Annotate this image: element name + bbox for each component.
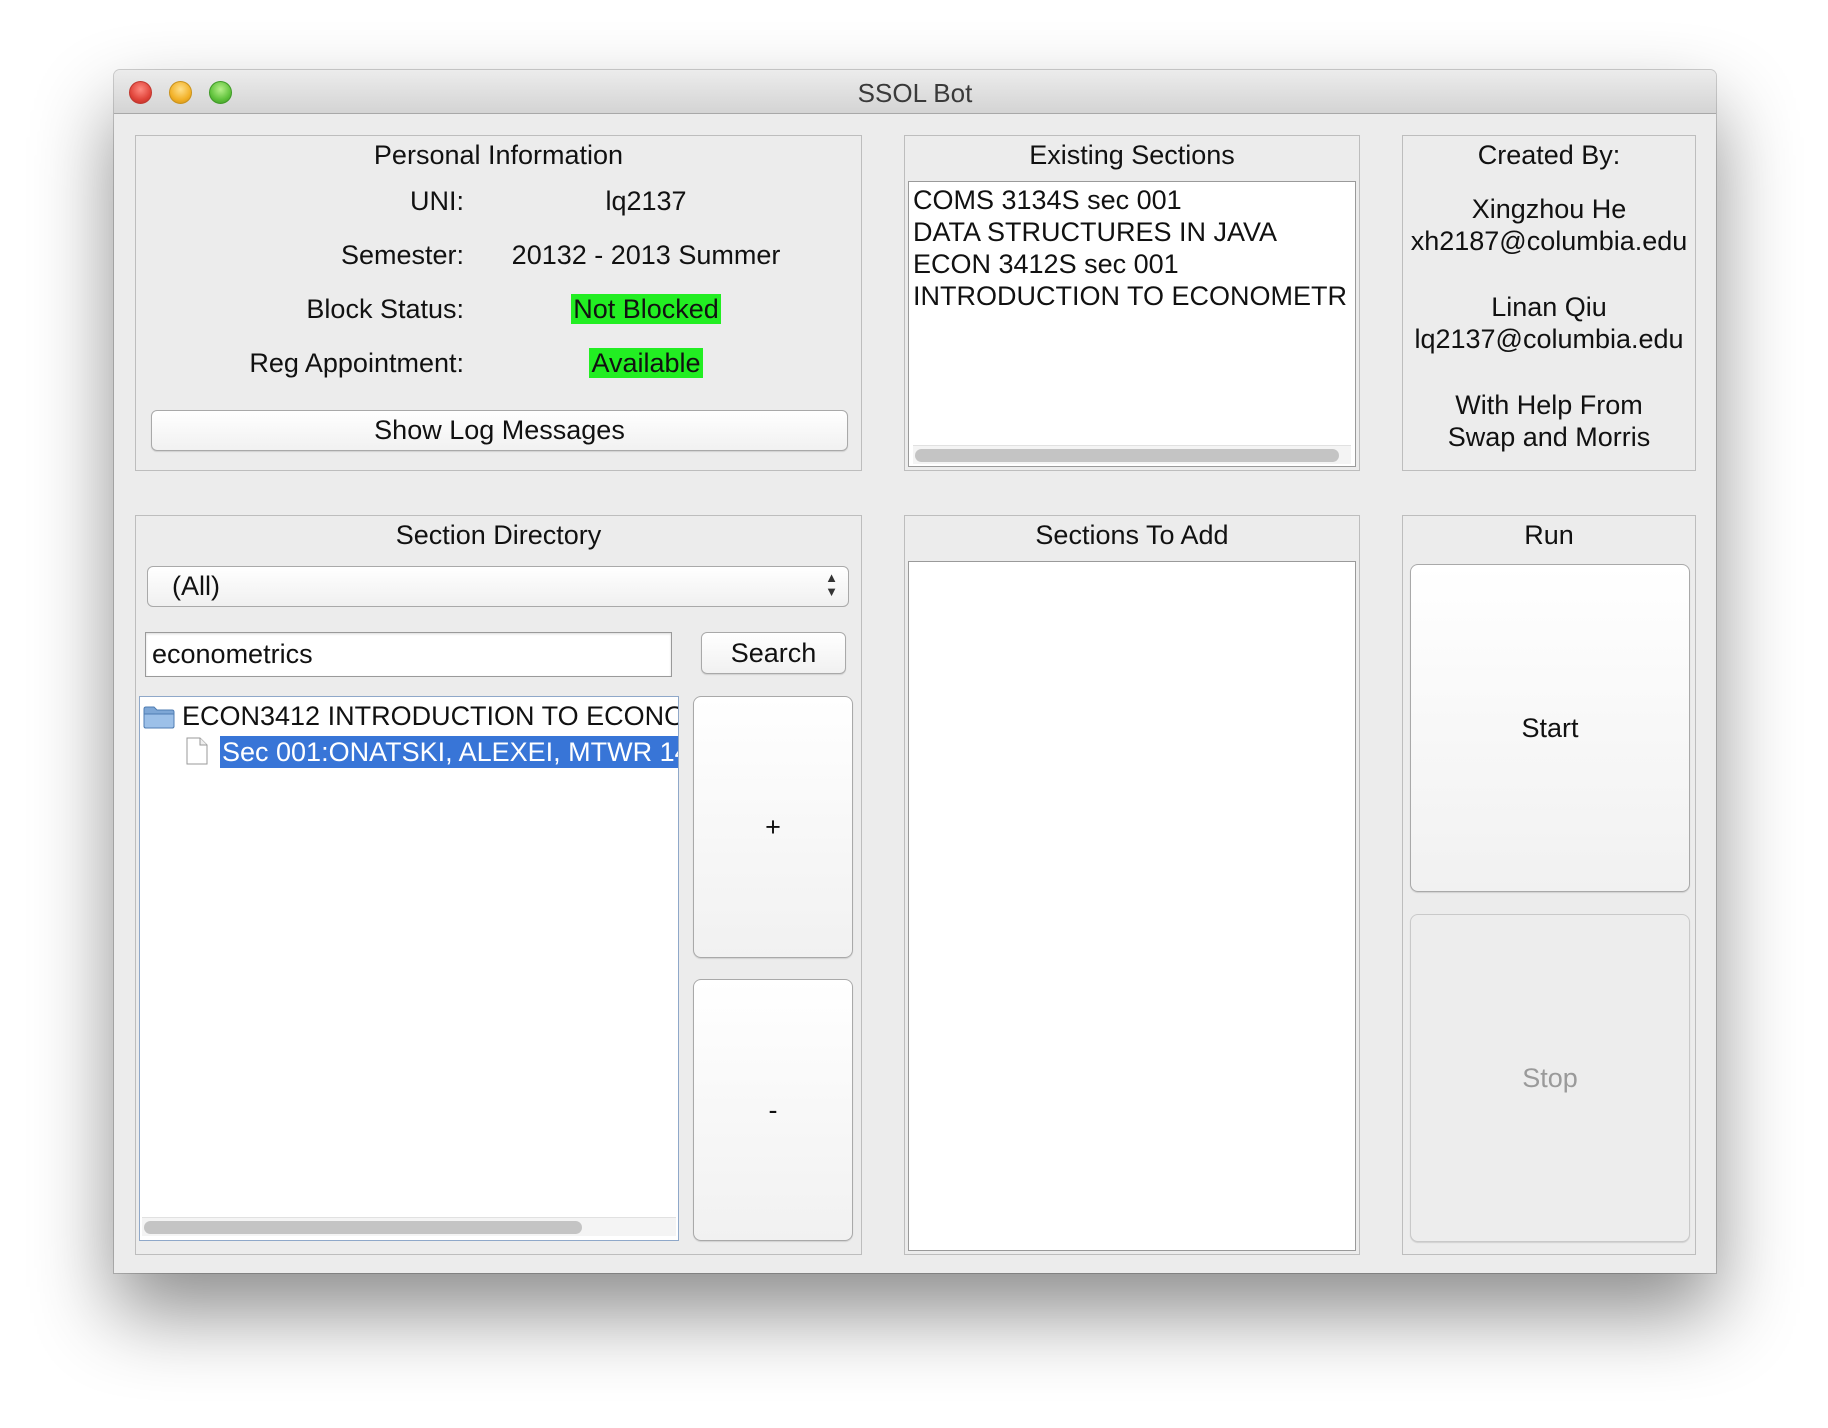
existing-section-line: DATA STRUCTURES IN JAVA	[913, 217, 1278, 247]
semester-label: Semester:	[340, 240, 464, 270]
uni-label: UNI:	[410, 186, 464, 216]
directory-filter-value: (All)	[172, 571, 220, 601]
reg-appointment-badge: Available	[589, 348, 703, 378]
window-title: SSOL Bot	[857, 78, 973, 108]
block-status-badge: Not Blocked	[571, 294, 721, 324]
run-title: Run	[1524, 520, 1574, 550]
sections-to-add-panel: Sections To Add	[904, 515, 1360, 1255]
tree-scroll-thumb[interactable]	[144, 1221, 582, 1234]
author2-name: Linan Qiu	[1491, 292, 1607, 322]
author1-email: xh2187@columbia.edu	[1410, 226, 1688, 256]
reg-appointment-value-wrap: Available	[486, 348, 806, 379]
semester-value: 20132 - 2013 Summer	[511, 240, 781, 270]
sections-to-add-list[interactable]	[908, 561, 1356, 1251]
app-window: SSOL Bot Personal Information UNI: lq213…	[114, 70, 1716, 1273]
reg-appointment-label: Reg Appointment:	[249, 348, 464, 378]
help-line-1: With Help From	[1455, 390, 1643, 420]
author2-email: lq2137@columbia.edu	[1414, 324, 1684, 354]
tree-section-node[interactable]: Sec 001:ONATSKI, ALEXEI, MTWR 14:4	[220, 736, 678, 768]
document-icon	[186, 737, 208, 765]
remove-section-button[interactable]: -	[693, 979, 853, 1241]
author1-name: Xingzhou He	[1471, 194, 1627, 224]
existing-section-line: ECON 3412S sec 001	[913, 249, 1179, 279]
sections-to-add-title: Sections To Add	[1035, 520, 1229, 550]
help-line-2: Swap and Morris	[1447, 422, 1651, 452]
show-log-messages-button[interactable]: Show Log Messages	[151, 410, 848, 451]
search-input[interactable]: econometrics	[145, 632, 672, 677]
existing-sections-scroll-thumb[interactable]	[915, 449, 1339, 462]
existing-section-line: INTRODUCTION TO ECONOMETRIC:	[913, 281, 1349, 311]
start-button[interactable]: Start	[1410, 564, 1690, 892]
search-button[interactable]: Search	[701, 632, 846, 674]
personal-info-title: Personal Information	[373, 140, 624, 170]
existing-sections-panel: Existing Sections COMS 3134S sec 001 DAT…	[904, 135, 1360, 471]
existing-sections-list[interactable]: COMS 3134S sec 001 DATA STRUCTURES IN JA…	[908, 181, 1356, 467]
add-section-button[interactable]: +	[693, 696, 853, 958]
select-arrows-icon: ▲ ▼	[825, 570, 838, 599]
existing-sections-title: Existing Sections	[1029, 140, 1235, 170]
title-bar[interactable]: SSOL Bot	[114, 70, 1716, 114]
section-tree[interactable]: ECON3412 INTRODUCTION TO ECONOMET Sec 00…	[139, 696, 679, 1241]
run-panel: Run Start Stop	[1402, 515, 1696, 1255]
block-status-label: Block Status:	[306, 294, 464, 324]
uni-value: lq2137	[605, 186, 687, 216]
tree-section-selected[interactable]: Sec 001:ONATSKI, ALEXEI, MTWR 14:4	[220, 736, 678, 768]
section-directory-title: Section Directory	[395, 520, 602, 550]
tree-course-node[interactable]: ECON3412 INTRODUCTION TO ECONOMET	[182, 701, 678, 732]
existing-section-line: COMS 3134S sec 001	[913, 185, 1182, 215]
block-status-value-wrap: Not Blocked	[486, 294, 806, 325]
folder-icon	[143, 706, 175, 729]
credits-panel: Created By: Xingzhou He xh2187@columbia.…	[1402, 135, 1696, 471]
personal-info-panel: Personal Information UNI: lq2137 Semeste…	[135, 135, 862, 471]
existing-sections-hscrollbar[interactable]	[913, 445, 1351, 464]
stop-button[interactable]: Stop	[1410, 914, 1690, 1242]
tree-hscrollbar[interactable]	[142, 1217, 676, 1236]
credits-title: Created By:	[1477, 140, 1621, 170]
directory-filter-select[interactable]: (All) ▲ ▼	[147, 566, 849, 607]
section-directory-panel: Section Directory (All) ▲ ▼ econometrics …	[135, 515, 862, 1255]
